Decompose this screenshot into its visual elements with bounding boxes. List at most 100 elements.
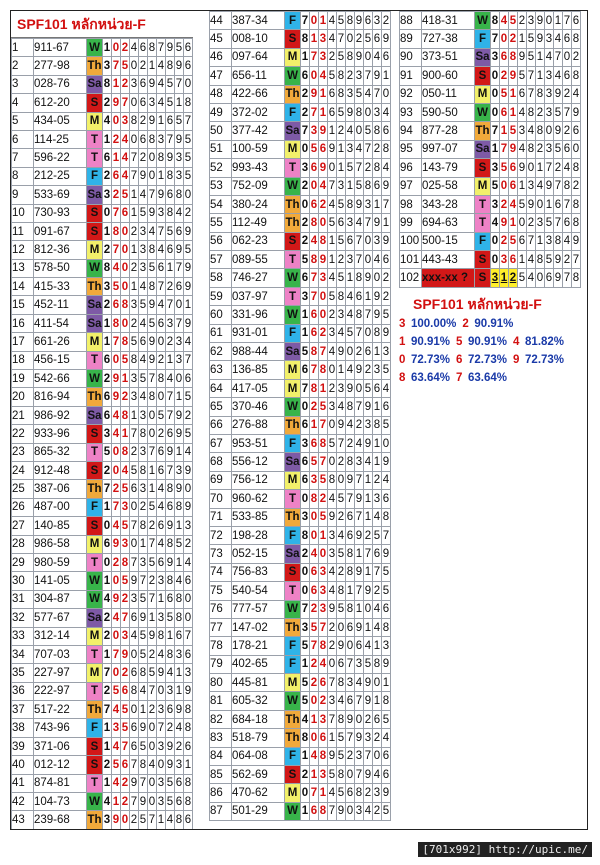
digit-cell: 7 — [111, 240, 121, 260]
digit-cell: 4 — [526, 121, 536, 141]
table-row: 40 012-12 S 2 5 6 7 8 4 0 9 3 1 — [11, 755, 193, 775]
digit-cell: 5 — [120, 185, 130, 205]
digit-cell: 5 — [165, 93, 175, 113]
digit-cell: 1 — [174, 663, 184, 683]
digit-cell: 3 — [517, 121, 527, 141]
digit-cell: 5 — [508, 11, 518, 31]
digit-cell: 0 — [147, 424, 157, 444]
weekday-badge: W — [284, 305, 301, 325]
digit-cell: 1 — [327, 231, 337, 252]
draw-code: 418-31 — [421, 11, 475, 31]
digit-cell: 7 — [129, 755, 139, 775]
digit-cell: 3 — [174, 166, 184, 187]
digit-cell: 8 — [174, 589, 184, 610]
digit-cell: 0 — [120, 240, 130, 260]
digit-cell: 8 — [147, 129, 157, 150]
digit-cell: 6 — [336, 654, 346, 675]
digit-cell: 6 — [300, 470, 310, 491]
digit-cell: 5 — [138, 626, 148, 646]
digit-cell: 2 — [381, 268, 391, 288]
digit-cell: 2 — [372, 801, 382, 822]
digit-cell: 2 — [147, 571, 157, 591]
results-table: 88 418-31 W 8 4 5 2 3 9 0 1 7 6 89 727-38 F 7 0 2 1 5 9 3 4 6 8 90… — [399, 11, 581, 288]
draw-code: 008-10 — [231, 29, 285, 49]
digit-cell: 8 — [120, 332, 130, 352]
digit-cell: 8 — [147, 277, 157, 297]
digit-cell: 4 — [336, 397, 346, 417]
digit-cell: 1 — [318, 525, 328, 546]
digit-cell: 7 — [562, 102, 572, 123]
digit-cell: 6 — [183, 810, 193, 829]
digit-cell: 4 — [156, 93, 166, 113]
digit-cell: 0 — [327, 158, 337, 178]
row-number: 29 — [11, 552, 34, 573]
digit-cell: 5 — [138, 203, 148, 223]
digit-cell: 5 — [309, 617, 319, 638]
digit-cell: 1 — [102, 37, 112, 58]
weekday-badge: M — [284, 378, 301, 399]
digit-cell: 1 — [129, 277, 139, 297]
digit-cell: 2 — [102, 755, 112, 775]
digit-cell: 2 — [120, 792, 130, 812]
digit-cell: 3 — [120, 534, 130, 554]
weekday-badge: S — [284, 231, 301, 252]
digit-cell: 8 — [120, 295, 130, 315]
digit-cell: 7 — [309, 102, 319, 123]
digit-cell: 1 — [174, 387, 184, 407]
draw-code: 540-54 — [231, 581, 285, 601]
digit-cell: 2 — [336, 250, 346, 270]
digit-cell: 4 — [381, 158, 391, 178]
digit-cell: 8 — [327, 470, 337, 491]
digit-cell: 6 — [165, 424, 175, 444]
digit-cell: 4 — [129, 37, 139, 58]
row-number: 45 — [209, 29, 232, 49]
stat-digit: 9 — [513, 354, 520, 366]
table-row: 91 900-60 S 0 2 9 5 7 1 3 4 6 8 — [399, 66, 581, 86]
digit-cell: 1 — [156, 111, 166, 131]
digit-cell: 6 — [138, 129, 148, 150]
digit-cell: 9 — [571, 231, 581, 252]
digit-cell: 2 — [138, 111, 148, 131]
digit-cell: 8 — [571, 213, 581, 233]
digit-cell: 8 — [111, 313, 121, 334]
draw-code: 612-20 — [33, 93, 87, 113]
draw-code: 756-83 — [231, 562, 285, 583]
row-number: 27 — [11, 516, 34, 536]
digit-cell: 0 — [363, 250, 373, 270]
digit-cell: 1 — [372, 452, 382, 472]
draw-code: 533-85 — [231, 507, 285, 527]
digit-cell: 5 — [147, 258, 157, 279]
stat-digit: 6 — [456, 354, 463, 366]
digit-cell: 4 — [102, 792, 112, 812]
weekday-badge: Th — [284, 507, 301, 527]
weekday-badge: S — [86, 424, 103, 444]
digit-cell: 1 — [490, 139, 500, 160]
digit-cell: 9 — [354, 617, 364, 638]
digit-cell: 7 — [345, 654, 355, 675]
digit-cell: 4 — [111, 773, 121, 794]
row-number: 50 — [209, 121, 232, 141]
digit-cell: 0 — [147, 405, 157, 426]
digit-cell: 8 — [336, 84, 346, 104]
digit-cell: 5 — [174, 37, 184, 58]
digit-cell: 2 — [120, 663, 130, 683]
digit-cell: 3 — [381, 636, 391, 656]
weekday-badge: F — [284, 746, 301, 767]
digit-cell: 4 — [372, 47, 382, 68]
digit-cell: 2 — [327, 378, 337, 399]
draw-code: 877-28 — [421, 121, 475, 141]
digit-cell: 9 — [327, 139, 337, 160]
draw-code: 533-69 — [33, 185, 87, 205]
prediction-digit: 3 — [490, 268, 500, 288]
digit-cell: 3 — [526, 11, 536, 31]
digit-cell: 9 — [381, 654, 391, 675]
row-number: 6 — [11, 129, 34, 150]
digit-cell: 1 — [300, 746, 310, 767]
digit-cell: 1 — [156, 810, 166, 829]
digit-cell: 9 — [526, 194, 536, 215]
digit-cell: 9 — [165, 37, 175, 58]
row-number: 51 — [209, 139, 232, 160]
digit-cell: 8 — [345, 599, 355, 619]
digit-cell: 0 — [318, 213, 328, 233]
digit-cell: 2 — [517, 11, 527, 31]
